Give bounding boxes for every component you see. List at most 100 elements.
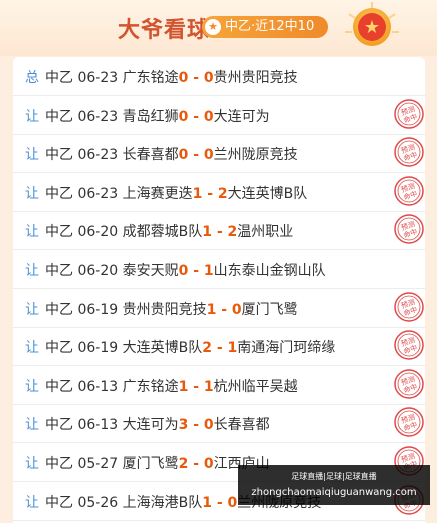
league: 中乙 (45, 185, 73, 202)
match-score: 1 - 0 (202, 494, 238, 511)
match-score: 2 - 1 (202, 340, 238, 357)
match-date: 05-26 (77, 494, 119, 511)
bet-type-tag: 让 (25, 185, 39, 202)
league: 中乙 (45, 70, 73, 86)
home-team: 长春喜都 (122, 147, 179, 164)
medal-icon: ★ (345, 2, 399, 46)
home-team: 青岛红狮 (122, 108, 179, 125)
page-title: 大爷看球 (118, 18, 211, 43)
hit-stamp-icon: 预测命中 (394, 214, 424, 245)
match-date: 06-23 (77, 108, 119, 125)
home-team: 成都蓉城B队 (122, 224, 203, 241)
match-text: 中乙 06-23 上海赛更迭1 - 2大连英博B队 (45, 183, 307, 203)
away-team: 大连英博B队 (227, 185, 308, 202)
hit-stamp-icon: 预测命中 (394, 137, 424, 167)
away-team: 大连可为 (213, 108, 270, 125)
league: 中乙 (45, 108, 73, 125)
list-item[interactable]: 让中乙 06-13 广东铭途1 - 1杭州临平吴越 预测 命中 (13, 366, 425, 405)
bet-type-tag: 让 (25, 378, 39, 395)
match-score: 0 - 0 (178, 108, 214, 125)
match-text: 中乙 06-19 贵州贵阳竞技1 - 0厦门飞鹭 (45, 299, 298, 319)
home-team: 上海海港B队 (122, 494, 203, 511)
home-team: 上海赛更迭 (122, 185, 193, 202)
match-score: 0 - 0 (178, 70, 214, 86)
match-text: 中乙 06-23 青岛红狮0 - 0大连可为 (45, 106, 270, 126)
away-team: 长春喜都 (213, 417, 270, 434)
bet-type-tag: 让 (25, 263, 39, 279)
match-score: 1 - 0 (206, 301, 242, 318)
home-team: 厦门飞鹭 (122, 456, 179, 472)
league: 中乙 (45, 417, 73, 434)
record-badge: ★ 中乙·近12中10 (202, 16, 328, 38)
home-team: 广东铭途 (122, 70, 179, 86)
hit-stamp-icon: 预测命中 (394, 369, 424, 399)
list-item[interactable]: 让中乙 06-19 大连英博B队2 - 1南通海门珂缔缘 预测 命中 (13, 327, 425, 367)
list-item[interactable]: 让中乙 06-20 成都蓉城B队1 - 2温州职业 预测 命中 (13, 211, 425, 251)
match-date: 06-19 (77, 301, 119, 318)
bet-type-tag: 让 (25, 456, 39, 472)
results-list: 总中乙 06-23 广东铭途0 - 0贵州贵阳竞技让中乙 06-23 青岛红狮0… (13, 57, 425, 523)
match-text: 中乙 06-20 泰安天贶0 - 1山东泰山金钢山队 (45, 260, 326, 280)
league: 中乙 (45, 224, 73, 241)
away-team: 兰州陇原竞技 (213, 147, 298, 164)
bet-type-tag: 让 (25, 494, 39, 511)
list-item[interactable]: 让中乙 06-23 长春喜都0 - 0兰州陇原竞技 预测 命中 (13, 134, 425, 174)
league: 中乙 (45, 340, 73, 357)
bet-type-tag: 让 (25, 301, 39, 318)
away-team: 杭州临平吴越 (213, 378, 298, 395)
hit-stamp-icon: 预测命中 (394, 176, 424, 206)
match-text: 中乙 06-13 广东铭途1 - 1杭州临平吴越 (45, 376, 298, 396)
list-item[interactable]: 让中乙 06-13 大连可为3 - 0长春喜都 预测 命中 (13, 404, 425, 444)
hit-stamp-icon: 预测命中 (394, 291, 424, 322)
bet-type-tag: 让 (25, 147, 39, 164)
match-date: 06-23 (77, 70, 119, 86)
match-score: 1 - 1 (178, 378, 214, 395)
league: 中乙 (45, 494, 73, 511)
hit-stamp-icon: 预测命中 (394, 330, 424, 360)
hit-stamp-icon: 预测命中 (394, 98, 424, 129)
home-team: 泰安天贶 (122, 263, 179, 279)
home-team: 广东铭途 (122, 378, 179, 395)
match-score: 2 - 0 (178, 456, 214, 472)
match-date: 06-20 (77, 263, 119, 279)
away-team: 山东泰山金钢山队 (213, 263, 326, 279)
list-item[interactable]: 让中乙 06-23 上海赛更迭1 - 2大连英博B队 预测 命中 (13, 173, 425, 212)
league: 中乙 (45, 301, 73, 318)
match-score: 0 - 0 (178, 147, 214, 164)
bet-type-tag: 让 (25, 417, 39, 434)
list-item[interactable]: 让中乙 06-20 泰安天贶0 - 1山东泰山金钢山队 (13, 250, 425, 289)
list-item[interactable]: 总中乙 06-23 广东铭途0 - 0贵州贵阳竞技 (13, 57, 425, 96)
league: 中乙 (45, 263, 73, 279)
match-text: 中乙 06-23 长春喜都0 - 0兰州陇原竞技 (45, 144, 298, 164)
match-text: 中乙 05-27 厦门飞鹭2 - 0江西庐山 (45, 453, 270, 473)
star-icon: ★ (205, 19, 221, 35)
match-date: 06-23 (77, 147, 119, 164)
watermark-line2: zhongchaomaiqiuguanwang.com (251, 487, 417, 498)
match-text: 中乙 06-19 大连英博B队2 - 1南通海门珂缔缘 (45, 337, 335, 357)
match-score: 0 - 1 (178, 263, 214, 279)
match-text: 中乙 06-23 广东铭途0 - 0贵州贵阳竞技 (45, 67, 298, 87)
away-team: 温州职业 (237, 224, 294, 241)
match-text: 中乙 06-20 成都蓉城B队1 - 2温州职业 (45, 221, 293, 241)
home-team: 大连英博B队 (122, 340, 203, 357)
watermark: 足球直播|足球|足球直播 zhongchaomaiqiuguanwang.com (238, 465, 430, 505)
match-score: 1 - 2 (192, 185, 228, 202)
match-date: 06-23 (77, 185, 119, 202)
match-score: 1 - 2 (202, 224, 238, 241)
away-team: 贵州贵阳竞技 (213, 70, 298, 86)
home-team: 大连可为 (122, 417, 179, 434)
svg-text:★: ★ (364, 17, 380, 38)
match-date: 06-13 (77, 378, 119, 395)
league: 中乙 (45, 147, 73, 164)
match-date: 06-20 (77, 224, 119, 241)
list-item[interactable]: 让中乙 06-23 青岛红狮0 - 0大连可为 预测 命中 (13, 96, 425, 135)
league: 中乙 (45, 378, 73, 395)
match-date: 05-27 (77, 456, 119, 472)
match-date: 06-13 (77, 417, 119, 434)
away-team: 南通海门珂缔缘 (237, 340, 336, 357)
list-item[interactable]: 让中乙 06-19 贵州贵阳竞技1 - 0厦门飞鹭 预测 命中 (13, 289, 425, 328)
bet-type-tag: 让 (25, 340, 39, 357)
league: 中乙 (45, 456, 73, 472)
watermark-line1: 足球直播|足球|足球直播 (291, 472, 377, 481)
bet-type-tag: 总 (25, 70, 39, 86)
